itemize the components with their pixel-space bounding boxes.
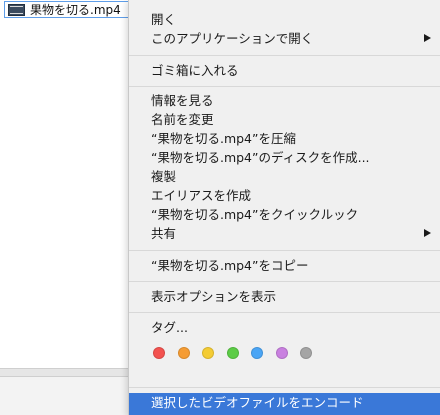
menu-item-share[interactable]: 共有	[129, 224, 440, 243]
menu-separator	[129, 281, 440, 282]
menu-item-make-alias[interactable]: エイリアスを作成	[129, 186, 440, 205]
menu-item-copy[interactable]: “果物を切る.mp4”をコピー	[129, 256, 440, 275]
menu-item-label: タグ...	[151, 320, 188, 335]
menu-separator	[129, 86, 440, 87]
menu-item-label: “果物を切る.mp4”を圧縮	[151, 131, 296, 146]
yellow-tag-dot[interactable]	[202, 347, 214, 359]
submenu-arrow-icon	[424, 229, 431, 237]
menu-item-label: 開く	[151, 12, 177, 27]
file-name-label: 果物を切る.mp4	[30, 3, 121, 17]
menu-separator	[129, 55, 440, 56]
tag-color-picker	[153, 347, 325, 361]
menu-item-label: “果物を切る.mp4”をクイックルック	[151, 207, 359, 222]
menu-item-open-with[interactable]: このアプリケーションで開く	[129, 29, 440, 48]
purple-tag-dot[interactable]	[275, 347, 288, 359]
menu-item-label: 情報を見る	[151, 93, 214, 108]
menu-item-tags[interactable]: タグ...	[129, 318, 440, 337]
video-file-icon	[8, 3, 25, 16]
menu-separator	[129, 387, 440, 388]
menu-item-move-to-trash[interactable]: ゴミ箱に入れる	[129, 61, 440, 80]
menu-item-rename[interactable]: 名前を変更	[129, 110, 440, 129]
menu-item-label: “果物を切る.mp4”のディスクを作成...	[151, 150, 370, 165]
menu-item-get-info[interactable]: 情報を見る	[129, 91, 440, 110]
context-menu: 開く このアプリケーションで開く ゴミ箱に入れる 情報を見る 名前を変更 “果物…	[128, 0, 440, 415]
menu-item-label: ゴミ箱に入れる	[151, 63, 239, 78]
menu-item-label: 複製	[151, 169, 177, 184]
menu-item-burn-disc[interactable]: “果物を切る.mp4”のディスクを作成...	[129, 148, 440, 167]
menu-item-open[interactable]: 開く	[129, 10, 440, 29]
menu-item-label: このアプリケーションで開く	[151, 31, 314, 46]
menu-item-label: 表示オプションを表示	[151, 289, 277, 304]
submenu-arrow-icon	[424, 34, 431, 42]
blue-tag-dot[interactable]	[251, 347, 263, 359]
menu-item-label: 選択したビデオファイルをエンコード	[151, 395, 364, 410]
menu-item-label: “果物を切る.mp4”をコピー	[151, 258, 309, 273]
menu-item-quick-look[interactable]: “果物を切る.mp4”をクイックルック	[129, 205, 440, 224]
menu-item-duplicate[interactable]: 複製	[129, 167, 440, 186]
menu-item-label: エイリアスを作成	[151, 188, 252, 203]
menu-item-encode-video[interactable]: 選択したビデオファイルをエンコード	[129, 393, 440, 415]
menu-item-show-view-options[interactable]: 表示オプションを表示	[129, 287, 440, 306]
menu-separator	[129, 312, 440, 313]
menu-item-label: 共有	[151, 226, 177, 241]
menu-separator	[129, 250, 440, 251]
gray-tag-dot[interactable]	[300, 347, 312, 359]
menu-item-compress[interactable]: “果物を切る.mp4”を圧縮	[129, 129, 440, 148]
red-tag-dot[interactable]	[153, 347, 165, 359]
green-tag-dot[interactable]	[226, 347, 239, 359]
orange-tag-dot[interactable]	[177, 347, 190, 359]
menu-item-label: 名前を変更	[151, 112, 214, 127]
